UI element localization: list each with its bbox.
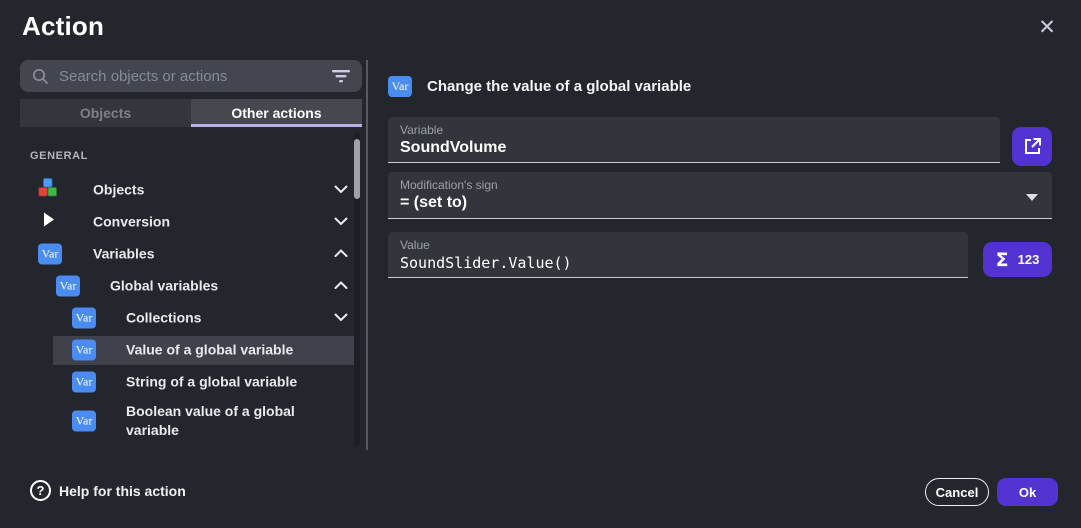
value-field: Value: [388, 232, 968, 278]
search-icon: [32, 68, 49, 85]
tree-item-boolean-of-global-variable[interactable]: Var Boolean value of a global variable: [20, 398, 362, 444]
search-input[interactable]: [59, 68, 332, 85]
tree-item-label: Boolean value of a global variable: [126, 402, 304, 440]
value-field-label: Value: [400, 238, 956, 252]
tree-item-label: Value of a global variable: [126, 341, 293, 360]
tab-objects[interactable]: Objects: [20, 99, 191, 127]
variable-field-label: Variable: [400, 123, 988, 137]
var-badge-icon: Var: [72, 411, 96, 432]
filter-icon[interactable]: [332, 70, 350, 83]
tree-item-label: String of a global variable: [126, 373, 297, 392]
var-badge-icon: Var: [72, 308, 96, 329]
modification-sign-label: Modification's sign: [400, 178, 1040, 192]
tab-other-actions-label: Other actions: [231, 105, 321, 121]
list-tabs: Objects Other actions: [20, 99, 362, 127]
scrollbar-thumb[interactable]: [354, 139, 360, 199]
dropdown-caret-icon: [1026, 194, 1038, 201]
tree-item-label: Global variables: [110, 277, 218, 296]
tree-item-label: Variables: [93, 245, 155, 264]
expression-builder-button[interactable]: Σ 123: [983, 242, 1052, 277]
var-badge-icon: Var: [72, 372, 96, 393]
help-icon: ?: [30, 480, 51, 501]
value-expression-input[interactable]: [400, 254, 956, 272]
search-bar[interactable]: [20, 60, 362, 92]
action-header: Var Change the value of a global variabl…: [388, 76, 691, 97]
var-badge-icon: Var: [72, 340, 96, 361]
objects-cubes-icon: [38, 178, 57, 202]
tree-item-global-variables[interactable]: Var Global variables: [20, 270, 362, 302]
action-title: Change the value of a global variable: [427, 78, 691, 95]
tree-item-value-of-global-variable[interactable]: Var Value of a global variable: [20, 334, 362, 366]
open-in-new-icon: [1023, 137, 1042, 156]
triangle-right-icon: [44, 213, 54, 232]
modification-sign-select[interactable]: Modification's sign = (set to): [388, 172, 1052, 219]
tree-item-string-of-global-variable[interactable]: Var String of a global variable: [20, 366, 362, 398]
tree-item-label: Collections: [126, 309, 201, 328]
tree-item-conversion[interactable]: Conversion: [20, 206, 362, 238]
tree-item-collections[interactable]: Var Collections: [20, 302, 362, 334]
tree-item-label: Conversion: [93, 213, 170, 232]
active-tab-underline: [191, 124, 362, 127]
open-variable-editor-button[interactable]: [1012, 127, 1052, 166]
chevron-down-icon: [334, 213, 348, 231]
page-title: Action: [22, 11, 104, 42]
close-icon[interactable]: ✕: [1030, 10, 1064, 44]
tree-group-label: GENERAL: [30, 150, 88, 162]
panel-divider: [366, 60, 368, 450]
chevron-down-icon: [334, 309, 348, 327]
help-label: Help for this action: [59, 483, 186, 499]
variable-input[interactable]: [400, 139, 988, 157]
chevron-down-icon: [334, 181, 348, 199]
chevron-up-icon: [334, 245, 348, 263]
tree-item-objects[interactable]: Objects: [20, 174, 362, 206]
help-link[interactable]: ? Help for this action: [30, 480, 186, 501]
tree-item-label: Objects: [93, 181, 144, 200]
ok-button[interactable]: Ok: [997, 478, 1058, 506]
var-badge-icon: Var: [388, 76, 412, 97]
cancel-button[interactable]: Cancel: [925, 478, 989, 506]
var-badge-icon: Var: [38, 244, 62, 265]
variable-field: Variable: [388, 117, 1000, 163]
var-badge-icon: Var: [56, 276, 80, 297]
tree-item-variables[interactable]: Var Variables: [20, 238, 362, 270]
tab-objects-label: Objects: [80, 105, 131, 121]
sigma-icon: Σ: [996, 249, 1009, 271]
chevron-up-icon: [334, 277, 348, 295]
tab-other-actions[interactable]: Other actions: [191, 99, 362, 127]
expression-123-label: 123: [1018, 252, 1040, 267]
